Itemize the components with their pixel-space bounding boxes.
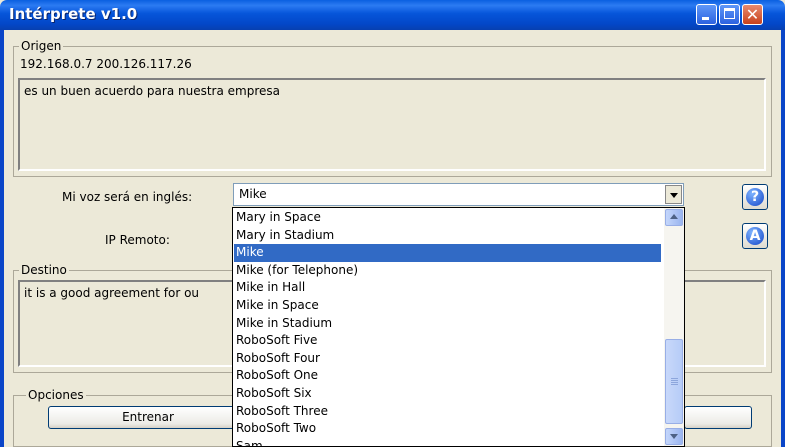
title-bar[interactable]: Intérprete v1.0 ✕ [0, 0, 785, 30]
close-icon: ✕ [745, 5, 760, 24]
option-button-2[interactable] [684, 406, 752, 429]
voice-option[interactable]: RoboSoft Three [234, 403, 661, 421]
voice-select[interactable]: Mike [233, 183, 684, 206]
voice-option[interactable]: Mike (for Telephone) [234, 262, 661, 280]
grip-line [671, 382, 678, 383]
help-button[interactable]: ? [742, 184, 768, 210]
window-border-left [0, 30, 4, 447]
origen-text: es un buen acuerdo para nuestra empresa [24, 84, 281, 98]
ip-label: IP Remoto: [105, 233, 170, 247]
voice-dropdown-list[interactable]: Mary in Space Mary in Stadium Mike Mike (fo… [232, 207, 685, 447]
voice-option[interactable]: Mike [234, 244, 661, 263]
maximize-icon [724, 8, 735, 19]
voice-option[interactable]: Mike in Space [234, 297, 661, 315]
scroll-thumb[interactable] [665, 339, 683, 424]
about-button[interactable]: A [742, 223, 768, 249]
grip-line [671, 380, 678, 381]
voice-dropdown-button[interactable] [665, 185, 682, 204]
voice-option[interactable]: Sam [234, 438, 661, 446]
voice-option[interactable]: RoboSoft Five [234, 332, 661, 350]
opciones-legend: Opciones [26, 388, 86, 402]
minimize-icon [702, 17, 709, 20]
scroll-down-button[interactable] [665, 428, 683, 445]
window-border-right [781, 30, 785, 447]
close-button[interactable]: ✕ [742, 4, 763, 25]
chevron-down-icon [670, 193, 678, 198]
train-button-label: Entrenar [122, 410, 174, 424]
origen-legend: Origen [19, 39, 64, 53]
voice-option[interactable]: RoboSoft Four [234, 350, 661, 368]
voice-label: Mi voz será en inglés: [62, 190, 193, 204]
minimize-button[interactable] [696, 4, 717, 25]
voice-selected-value: Mike [239, 187, 267, 201]
dropdown-scrollbar[interactable] [664, 208, 684, 446]
voice-option[interactable]: Mary in Space [234, 209, 661, 227]
voice-option[interactable]: RoboSoft Two [234, 420, 661, 438]
maximize-button[interactable] [719, 4, 740, 25]
train-button[interactable]: Entrenar [48, 406, 248, 429]
help-icon: ? [746, 188, 764, 206]
scroll-up-button[interactable] [665, 209, 683, 226]
voice-option[interactable]: Mary in Stadium [234, 227, 661, 245]
voice-option[interactable]: Mike in Hall [234, 279, 661, 297]
window-title: Intérprete v1.0 [9, 5, 138, 23]
destino-text: it is a good agreement for ou [24, 286, 200, 300]
voice-option[interactable]: RoboSoft Six [234, 385, 661, 403]
info-icon: A [746, 227, 764, 245]
chevron-up-icon [670, 214, 678, 219]
voice-option[interactable]: Mike in Stadium [234, 315, 661, 333]
voice-option[interactable]: RoboSoft One [234, 367, 661, 385]
chevron-down-icon [670, 434, 678, 439]
origen-addresses: 192.168.0.7 200.126.117.26 [20, 57, 192, 71]
grip-line [671, 384, 678, 385]
destino-legend: Destino [19, 263, 69, 277]
grip-line [671, 378, 678, 379]
origen-text-area[interactable]: es un buen acuerdo para nuestra empresa [18, 78, 766, 171]
